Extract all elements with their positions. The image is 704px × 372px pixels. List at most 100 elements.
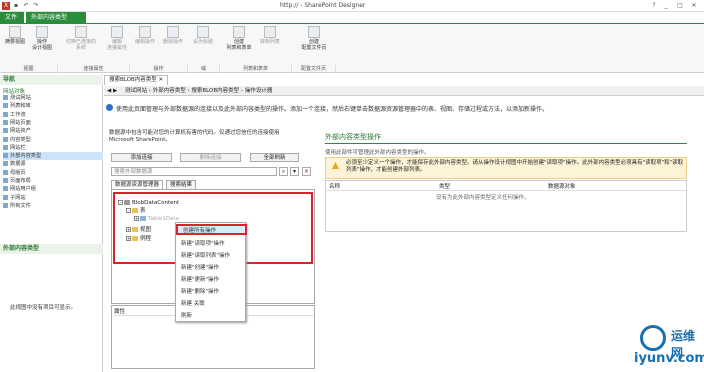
breadcrumb-item[interactable]: 外部内容类型 <box>153 88 186 94</box>
panel-subtitle: 使用此部件可管理此外部内容类型的操作。 <box>325 150 430 156</box>
tab-search-results[interactable]: 搜索结果 <box>166 180 197 189</box>
sidebar-item[interactable]: 母版页 <box>3 169 103 177</box>
nav-item-icon <box>3 153 8 159</box>
operations-table: 名称 类型 数据源对象 没有为此外部内容类型定义任何操作。 <box>325 180 687 232</box>
column-header-source[interactable]: 数据源对象 <box>548 182 576 190</box>
create-lists-forms-button[interactable]: 创建 列表和表单 <box>224 26 254 51</box>
edit-operation-button[interactable]: 编辑操作 <box>132 26 158 45</box>
empty-table-message: 没有为此外部内容类型定义任何操作。 <box>436 195 530 201</box>
sidebar-item[interactable]: 网站页面 <box>3 119 103 127</box>
sidebar-item-label: 网站栏 <box>10 144 26 151</box>
ribbon: 摘要视图 操作 设计视图 切换已连接的 系统 编辑 连接属性 编辑操作 删除操作… <box>0 23 704 73</box>
sidebar-item[interactable]: 内容类型 <box>3 136 103 144</box>
redo-icon[interactable]: ↷ <box>32 2 40 10</box>
undo-icon[interactable]: ↶ <box>22 2 30 10</box>
edit-connection-label: 编辑 连接属性 <box>106 39 127 51</box>
context-menu-item[interactable]: 新建"读取项"操作 <box>176 239 247 250</box>
sidebar-item[interactable]: 工作流 <box>3 111 103 119</box>
nav-item-icon <box>3 144 8 150</box>
column-header-name[interactable]: 名称 <box>329 182 340 190</box>
search-icon[interactable]: ⌕ <box>279 167 288 176</box>
edit-connection-button[interactable]: 编辑 连接属性 <box>104 26 130 51</box>
add-connection-button[interactable]: 添加连接 <box>111 153 172 162</box>
nav-item-icon <box>3 161 8 167</box>
sidebar-item[interactable]: 网站资产 <box>3 127 103 135</box>
remove-connection-button[interactable]: 删除连接 <box>180 153 241 162</box>
sidebar-item[interactable]: 网站用户组 <box>3 185 103 193</box>
sidebar-item-label: 测试网站 <box>10 95 31 101</box>
warning-text: 必须至少定义一个操作，才能保存此外部内容类型。请从操作设计视图中开始创建"读取项… <box>346 160 684 173</box>
sidebar-item[interactable]: 网站栏 <box>3 144 103 152</box>
sidebar-item[interactable]: 页面布局 <box>3 177 103 185</box>
dropdown-icon[interactable]: ▾ <box>290 167 299 176</box>
context-menu-item[interactable]: 新建"删除"操作 <box>176 287 247 298</box>
nav-item-icon <box>3 111 8 117</box>
back-icon[interactable]: ◀ ▶ <box>107 88 117 94</box>
context-menu-item[interactable]: 新建"读取列表"操作 <box>176 251 247 262</box>
close-icon[interactable]: ✕ <box>690 2 698 10</box>
sidebar-item[interactable]: 数据源 <box>3 160 103 168</box>
go-to-list-label: 转到列表 <box>259 39 280 45</box>
nav-item-icon <box>3 186 8 192</box>
create-profile-label: 创建 配置文件页 <box>301 39 327 51</box>
nav-item-icon <box>3 194 8 200</box>
go-to-list-button[interactable]: 转到列表 <box>257 26 283 45</box>
clear-icon[interactable]: ✕ <box>302 167 311 176</box>
group-connection: 连接属性 <box>58 65 130 73</box>
sidebar-item-label: 所有文件 <box>10 202 31 209</box>
nav-header: 导航 <box>0 75 103 85</box>
nav-item-icon <box>3 169 8 175</box>
app-icon: X <box>2 2 10 10</box>
create-profile-page-button[interactable]: 创建 配置文件页 <box>298 26 330 51</box>
search-input[interactable]: 搜索外部数据源 <box>111 167 277 176</box>
nav-item-icon <box>3 202 8 208</box>
column-header-type[interactable]: 类型 <box>439 182 450 190</box>
document-tab[interactable]: 搜索BLOB内容类型 ✕ <box>104 75 169 85</box>
context-menu-item[interactable]: 新建 关联 <box>176 299 247 310</box>
nav-item-icon <box>3 119 8 125</box>
sidebar-item-label: 网站页面 <box>10 119 31 126</box>
tab-data-source-explorer[interactable]: 数据源资源管理器 <box>111 180 164 189</box>
delete-operation-label: 删除操作 <box>162 39 183 45</box>
info-text: 使用此页面管理与外部数据源的连接以及此外部内容类型的操作。添加一个连接，然后右键… <box>116 106 549 113</box>
sidebar-item[interactable]: 所有文件 <box>3 202 103 210</box>
sidebar-item[interactable]: 子网站 <box>3 194 103 202</box>
sidebar-item-label: 子网站 <box>10 194 26 201</box>
summary-view-button[interactable]: 摘要视图 <box>4 26 26 45</box>
set-title-label: 设为标题 <box>192 39 213 45</box>
sidebar-item[interactable]: 外部内容类型 <box>3 152 103 161</box>
breadcrumb-item[interactable]: 测试网站 <box>125 88 147 94</box>
title-bar: X ▪ ↶ ↷ http:// - SharePoint Designer ? … <box>0 0 704 12</box>
nav-section-ect: 外部内容类型 <box>0 244 103 254</box>
navigation-pane: 导航 网站对象 测试网站 列表和库 工作流 网站页面 网站资产 内容类型 网站栏 外部内容类型… <box>0 74 103 372</box>
delete-operation-button[interactable]: 删除操作 <box>160 26 186 45</box>
save-icon[interactable]: ▪ <box>12 2 20 10</box>
nav-item-icon <box>3 95 8 100</box>
edit-operation-label: 编辑操作 <box>134 39 155 45</box>
nav-item-icon <box>3 128 8 134</box>
watermark-logo-icon <box>640 325 666 351</box>
operations-design-view-button[interactable]: 操作 设计视图 <box>29 26 55 51</box>
context-menu-item[interactable]: 新建"更新"操作 <box>176 275 247 286</box>
context-menu-item[interactable]: 刷新 <box>176 311 247 322</box>
nav-item-icon <box>3 178 8 183</box>
sidebar-item-label: 内容类型 <box>10 136 31 143</box>
tab-external-content-type[interactable]: 外部内容类型 <box>26 12 86 23</box>
create-lists-label: 创建 列表和表单 <box>226 39 252 51</box>
set-title-button[interactable]: 设为标题 <box>190 26 216 45</box>
help-icon[interactable]: ? <box>650 2 658 10</box>
minimize-icon[interactable]: _ <box>662 2 670 10</box>
maximize-icon[interactable]: □ <box>676 2 684 10</box>
breadcrumb-item[interactable]: 搜索BLOB内容类型 <box>191 88 239 94</box>
switch-system-button[interactable]: 切换已连接的 系统 <box>62 26 100 51</box>
summary-view-label: 摘要视图 <box>4 39 25 45</box>
breadcrumb-item[interactable]: 操作设计器 <box>245 88 273 94</box>
context-menu: 创建所有操作 新建"读取项"操作 新建"读取列表"操作 新建"创建"操作 新建"更新"操… <box>175 222 247 322</box>
sidebar-item[interactable]: 列表和库 <box>3 102 103 110</box>
sidebar-item[interactable]: 测试网站 <box>3 94 103 102</box>
refresh-all-button[interactable]: 全部刷新 <box>250 153 299 162</box>
context-menu-item[interactable]: 创建所有操作 <box>176 224 247 235</box>
tab-file[interactable]: 文件 <box>0 12 24 23</box>
sidebar-item-label: 网站用户组 <box>10 186 36 193</box>
context-menu-item[interactable]: 新建"创建"操作 <box>176 263 247 274</box>
